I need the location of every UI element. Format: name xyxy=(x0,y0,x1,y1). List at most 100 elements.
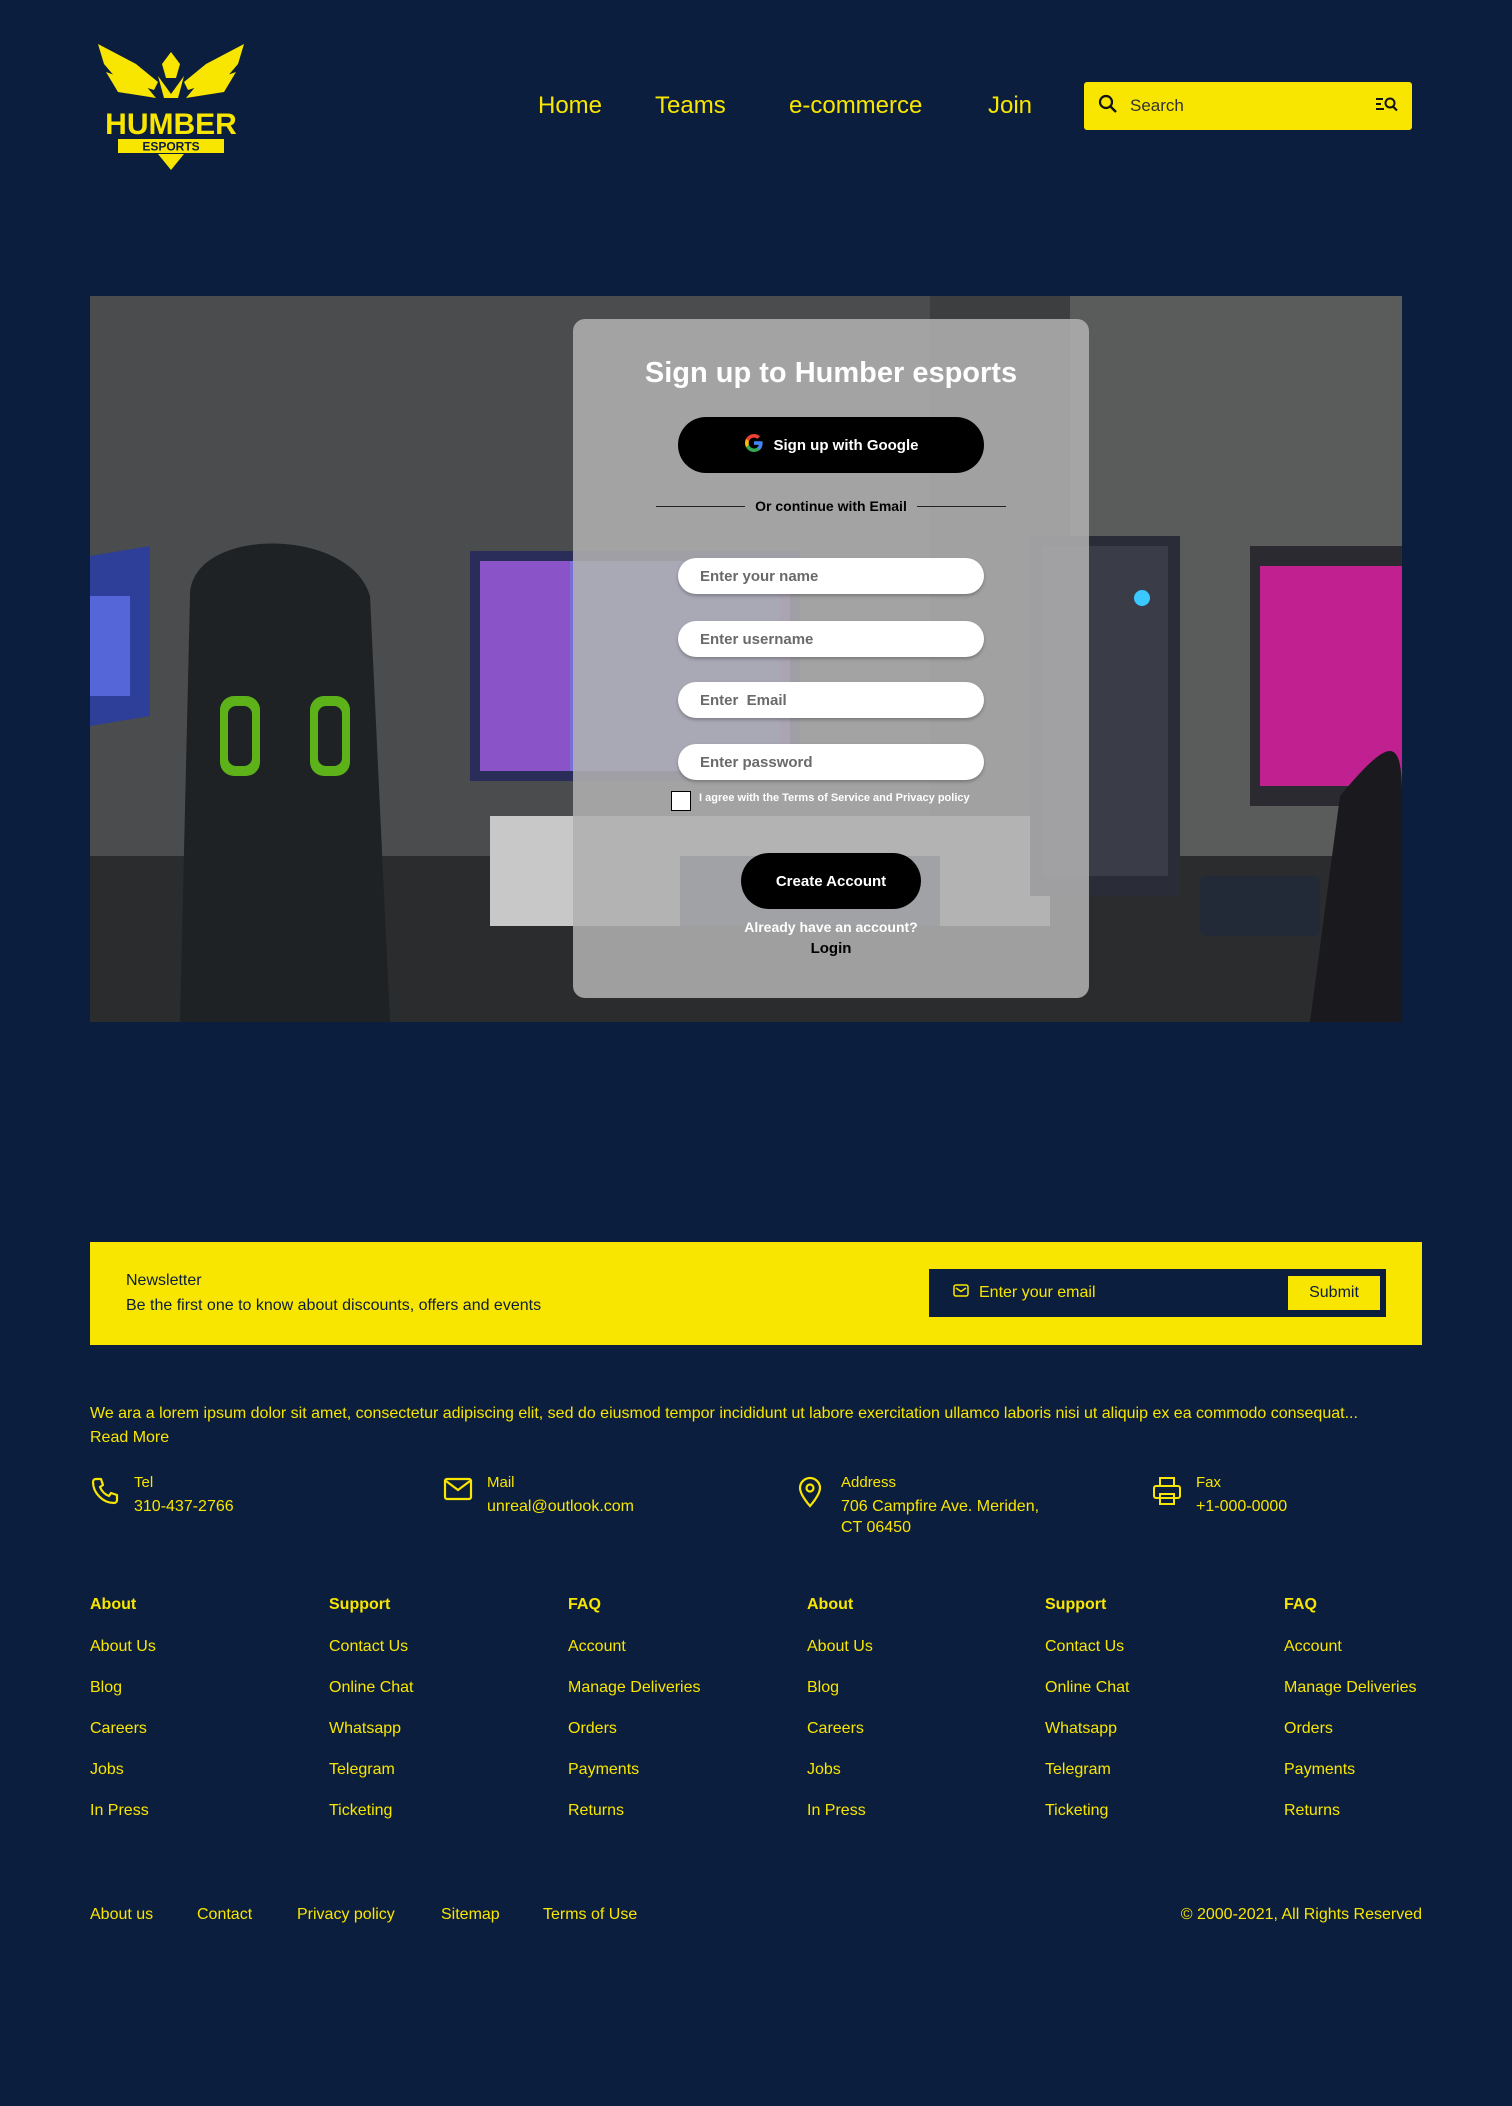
footer-link[interactable]: Whatsapp xyxy=(1045,1720,1130,1761)
filter-search-icon[interactable] xyxy=(1376,96,1398,117)
footer-link[interactable]: Contact Us xyxy=(1045,1638,1130,1679)
create-account-button[interactable]: Create Account xyxy=(741,853,921,909)
mail-value[interactable]: unreal@outlook.com xyxy=(487,1496,634,1517)
column-title: FAQ xyxy=(568,1596,601,1613)
nav-e-commerce[interactable]: e-commerce xyxy=(789,92,922,120)
mail-icon xyxy=(953,1284,969,1302)
nav-join[interactable]: Join xyxy=(988,92,1032,120)
google-signup-label: Sign up with Google xyxy=(773,436,919,454)
newsletter-title: Newsletter xyxy=(126,1272,202,1289)
search-input[interactable] xyxy=(1130,96,1376,116)
email-divider: Or continue with Email xyxy=(656,498,1006,514)
address-value: 706 Campfire Ave. Meriden, CT 06450 xyxy=(841,1496,1039,1538)
name-input[interactable] xyxy=(678,558,984,594)
about-description: We ara a lorem ipsum dolor sit amet, con… xyxy=(90,1402,1424,1450)
column-title: About xyxy=(90,1596,137,1613)
footer-link[interactable]: In Press xyxy=(807,1802,873,1843)
google-signup-button[interactable]: Sign up with Google xyxy=(678,417,984,473)
footer-link[interactable]: Manage Deliveries xyxy=(1284,1679,1417,1720)
footer-column-support-2: Support Contact Us Online Chat Whatsapp … xyxy=(1045,1596,1130,1843)
logo-subtext: ESPORTS xyxy=(142,140,199,154)
address-line-2: CT 06450 xyxy=(841,1519,911,1536)
footer-link[interactable]: Ticketing xyxy=(329,1802,414,1843)
footer-link[interactable]: Returns xyxy=(568,1802,701,1843)
terms-agreement: I agree with the Terms of Service and Pr… xyxy=(671,791,991,811)
footer-link[interactable]: Whatsapp xyxy=(329,1720,414,1761)
humber-esports-logo[interactable]: HUMBER ESPORTS xyxy=(96,42,246,172)
copyright-text: © 2000-2021, All Rights Reserved xyxy=(1180,1906,1422,1923)
footer-link[interactable]: Orders xyxy=(568,1720,701,1761)
footer-link[interactable]: Telegram xyxy=(329,1761,414,1802)
already-account-text: Already have an account? xyxy=(744,919,918,935)
bottom-link-sitemap[interactable]: Sitemap xyxy=(441,1906,500,1924)
nav-teams[interactable]: Teams xyxy=(655,92,726,120)
footer-link[interactable]: Jobs xyxy=(90,1761,156,1802)
footer-link[interactable]: Blog xyxy=(807,1679,873,1720)
nav-home[interactable]: Home xyxy=(538,92,602,120)
footer-link[interactable]: Account xyxy=(568,1638,701,1679)
footer-link[interactable]: Account xyxy=(1284,1638,1417,1679)
password-input[interactable] xyxy=(678,744,984,780)
footer-column-about-2: About About Us Blog Careers Jobs In Pres… xyxy=(807,1596,873,1843)
address-label: Address xyxy=(841,1474,897,1491)
logo-text: HUMBER xyxy=(105,108,237,141)
tel-value[interactable]: 310-437-2766 xyxy=(134,1496,234,1517)
footer-link[interactable]: Contact Us xyxy=(329,1638,414,1679)
newsletter-form: Submit xyxy=(929,1269,1386,1317)
terms-checkbox[interactable] xyxy=(671,791,691,811)
about-paragraph: We ara a lorem ipsum dolor sit amet, con… xyxy=(90,1405,1358,1422)
divider-text: Or continue with Email xyxy=(755,498,907,514)
footer-link[interactable]: About Us xyxy=(807,1638,873,1679)
signup-title: Sign up to Humber esports xyxy=(644,357,1018,389)
footer-link[interactable]: Jobs xyxy=(807,1761,873,1802)
footer-link[interactable]: Manage Deliveries xyxy=(568,1679,701,1720)
footer-link[interactable]: Careers xyxy=(90,1720,156,1761)
newsletter-submit-button[interactable]: Submit xyxy=(1288,1276,1380,1310)
email-input[interactable] xyxy=(678,682,984,718)
username-input[interactable] xyxy=(678,621,984,657)
newsletter-subtitle: Be the first one to know about discounts… xyxy=(126,1297,542,1314)
footer-link[interactable]: Online Chat xyxy=(329,1679,414,1720)
mail-label: Mail xyxy=(487,1474,515,1491)
footer-link[interactable]: Careers xyxy=(807,1720,873,1761)
tel-label: Tel xyxy=(134,1474,154,1491)
footer-link[interactable]: About Us xyxy=(90,1638,156,1679)
column-title: Support xyxy=(329,1596,391,1613)
search-bar[interactable] xyxy=(1084,82,1412,130)
footer-link[interactable]: Returns xyxy=(1284,1802,1417,1843)
bottom-link-privacy[interactable]: Privacy policy xyxy=(297,1906,395,1924)
footer-link[interactable]: Online Chat xyxy=(1045,1679,1130,1720)
footer-link[interactable]: In Press xyxy=(90,1802,156,1843)
column-title: About xyxy=(807,1596,854,1613)
fax-label: Fax xyxy=(1196,1474,1222,1491)
login-link[interactable]: Login xyxy=(573,940,1089,957)
footer-column-about: About About Us Blog Careers Jobs In Pres… xyxy=(90,1596,156,1843)
footer-column-faq-2: FAQ Account Manage Deliveries Orders Pay… xyxy=(1284,1596,1417,1843)
read-more-link[interactable]: Read More xyxy=(90,1429,169,1446)
google-icon xyxy=(744,433,764,457)
address-line-1: 706 Campfire Ave. Meriden, xyxy=(841,1498,1040,1515)
bottom-link-terms[interactable]: Terms of Use xyxy=(543,1906,637,1924)
location-pin-icon xyxy=(797,1476,823,1513)
mail-icon xyxy=(443,1476,473,1507)
terms-text: I agree with the Terms of Service and Pr… xyxy=(699,792,970,804)
footer-link[interactable]: Blog xyxy=(90,1679,156,1720)
bottom-link-about[interactable]: About us xyxy=(90,1906,153,1924)
footer-link[interactable]: Payments xyxy=(1284,1761,1417,1802)
footer-link[interactable]: Ticketing xyxy=(1045,1802,1130,1843)
footer-link[interactable]: Payments xyxy=(568,1761,701,1802)
printer-icon xyxy=(1152,1476,1182,1511)
column-title: Support xyxy=(1045,1596,1107,1613)
signup-card: Sign up to Humber esports Sign up with G… xyxy=(573,319,1089,998)
footer-column-faq: FAQ Account Manage Deliveries Orders Pay… xyxy=(568,1596,701,1843)
fax-value: +1-000-0000 xyxy=(1196,1498,1288,1515)
newsletter-section: Newsletter Be the first one to know abou… xyxy=(90,1242,1422,1345)
footer-link[interactable]: Orders xyxy=(1284,1720,1417,1761)
hero-section: Sign up to Humber esports Sign up with G… xyxy=(90,296,1402,1022)
footer-column-support: Support Contact Us Online Chat Whatsapp … xyxy=(329,1596,414,1843)
search-icon xyxy=(1098,94,1118,119)
newsletter-email-input[interactable] xyxy=(979,1284,1288,1302)
phone-icon xyxy=(90,1476,120,1511)
bottom-link-contact[interactable]: Contact xyxy=(197,1906,252,1924)
footer-link[interactable]: Telegram xyxy=(1045,1761,1130,1802)
